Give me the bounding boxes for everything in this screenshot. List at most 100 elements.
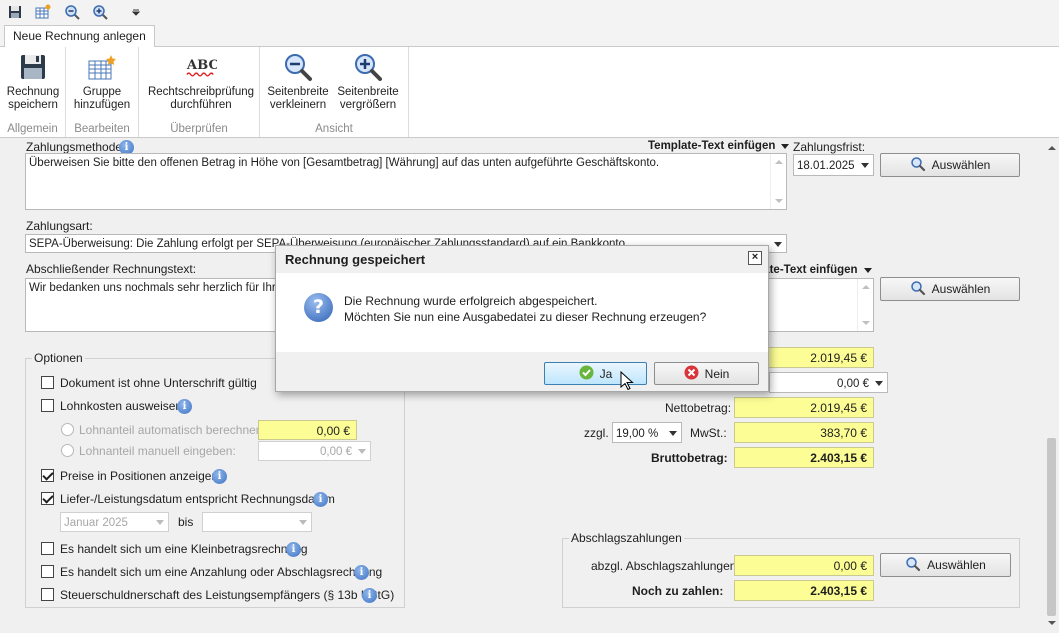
radio-lohnanteil-manuell[interactable] bbox=[61, 444, 74, 457]
checkbox-label: Es handelt sich um eine Anzahlung oder A… bbox=[60, 565, 383, 579]
checkbox-ohne-unterschrift[interactable] bbox=[41, 376, 54, 389]
tab-neue-rechnung[interactable]: Neue Rechnung anlegen bbox=[4, 25, 155, 48]
scroll-down-icon bbox=[862, 321, 870, 325]
checkbox-kleinbetrag[interactable] bbox=[41, 542, 54, 555]
checkbox-label: Es handelt sich um eine Kleinbetragsrech… bbox=[60, 542, 308, 556]
chevron-down-icon bbox=[875, 380, 883, 386]
zoom-in-icon[interactable] bbox=[91, 3, 109, 21]
mwst-rate-select[interactable]: 19,00 % bbox=[612, 422, 682, 443]
zoom-in-button[interactable]: Seitenbreite vergrößern bbox=[334, 51, 402, 112]
chevron-down-icon bbox=[774, 241, 782, 247]
scroll-down-icon bbox=[775, 199, 783, 203]
zahlungsmethode-label: Zahlungsmethode: bbox=[26, 140, 126, 154]
zoom-out-button[interactable]: Seitenbreite verkleinern bbox=[265, 51, 331, 112]
close-icon[interactable]: × bbox=[748, 251, 762, 265]
save-invoice-label: Rechnung speichern bbox=[6, 86, 60, 111]
scroll-down-icon[interactable] bbox=[1048, 621, 1056, 625]
auswaehlen-button-3[interactable]: Auswählen bbox=[880, 553, 1011, 577]
auswaehlen-label: Auswählen bbox=[931, 158, 991, 172]
group-label-ansicht: Ansicht bbox=[315, 123, 353, 135]
checkbox-anzahlung[interactable] bbox=[41, 565, 54, 578]
search-icon bbox=[910, 280, 926, 299]
search-icon bbox=[910, 156, 926, 175]
chevron-down-icon bbox=[358, 449, 366, 454]
no-label: Nein bbox=[704, 366, 730, 381]
spellcheck-button[interactable]: ABC Rechtschreibprüfung durchführen bbox=[145, 51, 257, 112]
group-label-allgemein: Allgemein bbox=[7, 123, 58, 135]
add-table-icon[interactable] bbox=[34, 3, 52, 21]
saved-dialog: Rechnung gespeichert × ? Die Rechnung wu… bbox=[275, 245, 769, 392]
add-group-icon bbox=[86, 51, 118, 83]
zoom-in-label: Seitenbreite vergrößern bbox=[337, 86, 399, 111]
save-invoice-button[interactable]: Rechnung speichern bbox=[3, 51, 63, 112]
textarea-scrollbar[interactable] bbox=[857, 279, 873, 331]
netto-label: Nettobetrag: bbox=[665, 401, 732, 415]
info-icon[interactable]: i bbox=[313, 492, 328, 507]
ribbon-group-allgemein: Rechnung speichern Allgemein bbox=[0, 47, 66, 137]
scrollbar-thumb[interactable] bbox=[1047, 438, 1056, 616]
zahlungsfrist-label: Zahlungsfrist: bbox=[793, 140, 866, 154]
spellcheck-label: Rechtschreibprüfung durchführen bbox=[147, 86, 255, 111]
template-insert-button-2[interactable]: late-Text einfügen bbox=[760, 264, 872, 276]
ribbon: Rechnung speichern Allgemein Gruppe hinz… bbox=[0, 47, 1059, 138]
zoom-in-icon bbox=[352, 51, 384, 83]
ribbon-tab-bar: Neue Rechnung anlegen bbox=[0, 24, 1059, 48]
checkbox-steuerschuldnerschaft[interactable] bbox=[41, 588, 54, 601]
date-to-select[interactable] bbox=[202, 512, 312, 532]
radio-lohnanteil-auto[interactable] bbox=[61, 423, 74, 436]
template-insert-button[interactable]: Template-Text einfügen bbox=[648, 140, 790, 152]
abschlag-title: Abschlagszahlungen bbox=[569, 531, 684, 545]
template-insert-label-2: late-Text einfügen bbox=[760, 264, 858, 276]
date-from-value: Januar 2025 bbox=[64, 517, 128, 529]
checkbox-label: Liefer-/Leistungsdatum entspricht Rechnu… bbox=[60, 492, 335, 506]
mwst-label: MwSt.: bbox=[690, 426, 727, 440]
lohnanteil-auto-label: Lohnanteil automatisch berechnen: bbox=[79, 423, 266, 437]
chevron-down-icon bbox=[863, 267, 872, 273]
info-icon[interactable]: i bbox=[286, 542, 301, 557]
ribbon-group-ueberpruefen: ABC Rechtschreibprüfung durchführen Über… bbox=[139, 47, 260, 137]
brutto-field: 2.403,15 € bbox=[734, 447, 874, 468]
rabatt-select[interactable]: 0,00 € bbox=[769, 372, 888, 393]
group-label-bearbeiten: Bearbeiten bbox=[74, 123, 130, 135]
info-icon[interactable]: i bbox=[177, 399, 192, 414]
noch-field: 2.403,15 € bbox=[734, 580, 874, 601]
mwst-field: 383,70 € bbox=[734, 422, 874, 443]
scroll-up-icon bbox=[775, 160, 783, 164]
spellcheck-icon-text: ABC bbox=[186, 58, 217, 73]
quick-access-toolbar bbox=[0, 0, 1059, 24]
date-from-select[interactable]: Januar 2025 bbox=[60, 512, 169, 532]
info-icon[interactable]: i bbox=[362, 588, 377, 603]
customize-dropdown-icon[interactable] bbox=[127, 3, 145, 21]
zoom-out-icon bbox=[282, 51, 314, 83]
chevron-down-icon bbox=[861, 163, 869, 168]
checkbox-preise-anzeigen[interactable] bbox=[41, 469, 54, 482]
zoom-out-icon[interactable] bbox=[63, 3, 81, 21]
noch-label: Noch zu zahlen: bbox=[632, 584, 724, 598]
save-icon[interactable] bbox=[6, 3, 24, 21]
mouse-cursor-icon bbox=[620, 370, 634, 394]
textarea-scrollbar[interactable] bbox=[770, 154, 786, 209]
add-group-button[interactable]: Gruppe hinzufügen bbox=[70, 51, 134, 112]
auswaehlen-button-1[interactable]: Auswählen bbox=[880, 153, 1020, 177]
lohnanteil-manuell-field[interactable]: 0,00 € bbox=[258, 441, 371, 461]
spellcheck-icon: ABC bbox=[185, 51, 217, 83]
scroll-up-icon[interactable] bbox=[1048, 146, 1056, 150]
zoom-out-label: Seitenbreite verkleinern bbox=[267, 86, 329, 111]
abzgl-field: 0,00 € bbox=[734, 555, 874, 576]
info-icon[interactable]: i bbox=[212, 469, 227, 484]
main-scrollbar[interactable] bbox=[1044, 138, 1059, 633]
ribbon-group-bearbeiten: Gruppe hinzufügen Bearbeiten bbox=[66, 47, 139, 137]
auswaehlen-button-2[interactable]: Auswählen bbox=[880, 277, 1020, 301]
checkbox-lieferdatum[interactable] bbox=[41, 492, 54, 505]
zahlungsfrist-datepicker[interactable]: 18.01.2025 bbox=[793, 154, 874, 176]
info-icon[interactable]: i bbox=[354, 565, 369, 580]
netto-field: 2.019,45 € bbox=[734, 397, 874, 418]
bis-label: bis bbox=[178, 515, 194, 529]
no-button[interactable]: Nein bbox=[654, 362, 759, 385]
checkbox-label: Preise in Positionen anzeigen? bbox=[60, 469, 225, 483]
optionen-title: Optionen bbox=[32, 351, 85, 365]
checkbox-lohnkosten[interactable] bbox=[41, 399, 54, 412]
zahlungsmethode-textarea[interactable]: Überweisen Sie bitte den offenen Betrag … bbox=[25, 153, 787, 210]
zahlungsmethode-text: Überweisen Sie bitte den offenen Betrag … bbox=[29, 157, 660, 169]
lohnanteil-auto-field[interactable]: 0,00 € bbox=[258, 420, 357, 440]
